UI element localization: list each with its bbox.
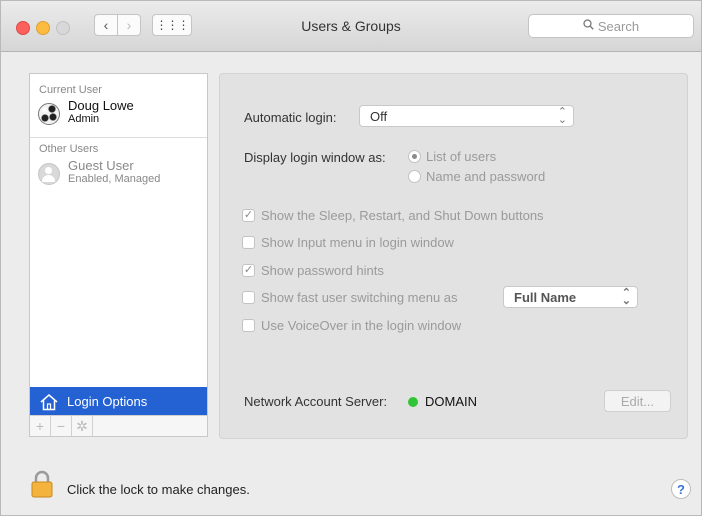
other-users-heading: Other Users <box>39 143 99 155</box>
radio-list-of-users[interactable]: List of users <box>408 149 496 164</box>
sidebar-item-guest-user[interactable]: Guest User Enabled, Managed <box>38 159 160 185</box>
login-options-panel: Automatic login: Off ⌃ ⌄ Display login wi… <box>219 73 688 439</box>
minus-icon: − <box>56 418 66 434</box>
checkbox-empty-icon <box>242 319 255 332</box>
checkbox-voiceover[interactable]: Use VoiceOver in the login window <box>242 318 461 333</box>
checkbox-label: Show fast user switching menu as <box>261 290 458 305</box>
user-role: Enabled, Managed <box>68 173 161 185</box>
users-groups-window: ‹ › ⋮⋮⋮ Users & Groups Search Current Us… <box>0 0 702 516</box>
checkbox-label: Show password hints <box>261 263 384 278</box>
search-icon <box>583 19 594 33</box>
checkbox-fast-user-switching[interactable]: Show fast user switching menu as <box>242 290 458 305</box>
radio-label: List of users <box>426 149 497 164</box>
automatic-login-select[interactable]: Off ⌃ ⌄ <box>359 105 574 127</box>
users-sidebar: Current User Doug Lowe Admin Other Users… <box>29 73 208 437</box>
stepper-arrows-icon: ⌃ ⌄ <box>557 106 567 126</box>
automatic-login-label: Automatic login: <box>244 110 337 125</box>
checkbox-empty-icon <box>242 291 255 304</box>
title-bar: ‹ › ⋮⋮⋮ Users & Groups Search <box>1 1 701 52</box>
status-green-dot-icon <box>408 396 418 407</box>
gear-icon: ✲ <box>76 417 88 434</box>
checkbox-show-sleep-restart[interactable]: ✓ Show the Sleep, Restart, and Shut Down… <box>242 208 544 223</box>
sidebar-divider <box>30 137 207 138</box>
user-role: Admin <box>68 113 100 125</box>
fast-switch-value: Full Name <box>514 289 577 305</box>
network-account-status: DOMAIN <box>408 394 477 409</box>
lock-instructions: Click the lock to make changes. <box>67 482 250 497</box>
checkbox-empty-icon <box>242 236 255 249</box>
checkbox-show-password-hints[interactable]: ✓ Show password hints <box>242 263 384 278</box>
checkbox-label: Show the Sleep, Restart, and Shut Down b… <box>261 208 544 223</box>
current-user-heading: Current User <box>39 84 102 96</box>
checkbox-show-input-menu[interactable]: Show Input menu in login window <box>242 235 454 250</box>
radio-label: Name and password <box>426 169 546 184</box>
sidebar-item-login-options[interactable]: Login Options <box>30 387 207 416</box>
checkbox-label: Show Input menu in login window <box>261 235 454 250</box>
search-field[interactable]: Search <box>528 14 694 38</box>
radio-unselected-icon <box>408 170 421 183</box>
radio-selected-icon <box>408 150 421 163</box>
house-icon <box>40 393 58 410</box>
lock-icon[interactable] <box>31 470 53 498</box>
display-login-label: Display login window as: <box>244 150 386 165</box>
checkmark-icon: ✓ <box>242 264 255 277</box>
soccer-ball-avatar-icon <box>38 103 60 125</box>
search-placeholder: Search <box>597 18 640 34</box>
stepper-arrows-icon: ⌃ ⌄ <box>621 287 631 307</box>
network-account-label: Network Account Server: <box>244 394 388 409</box>
radio-name-and-password[interactable]: Name and password <box>408 169 545 184</box>
remove-user-button[interactable]: − <box>51 416 72 436</box>
checkmark-icon: ✓ <box>242 209 255 222</box>
action-menu-button[interactable]: ✲ <box>72 416 93 436</box>
help-button[interactable]: ? <box>671 479 691 499</box>
fast-switch-format-select[interactable]: Full Name ⌃ ⌄ <box>503 286 638 308</box>
add-user-button[interactable]: + <box>30 416 51 436</box>
login-options-label: Login Options <box>67 394 148 409</box>
checkbox-label: Use VoiceOver in the login window <box>261 318 462 333</box>
user-name: Doug Lowe <box>68 98 134 113</box>
plus-icon: + <box>35 418 45 434</box>
question-icon: ? <box>677 481 685 497</box>
network-account-value: DOMAIN <box>425 394 477 409</box>
sidebar-button-bar: + − ✲ <box>30 415 207 436</box>
user-name: Guest User <box>68 158 134 173</box>
automatic-login-value: Off <box>370 108 388 124</box>
guest-user-icon <box>38 163 60 185</box>
sidebar-item-doug-lowe[interactable]: Doug Lowe Admin <box>38 99 134 125</box>
edit-button[interactable]: Edit... <box>604 390 671 412</box>
